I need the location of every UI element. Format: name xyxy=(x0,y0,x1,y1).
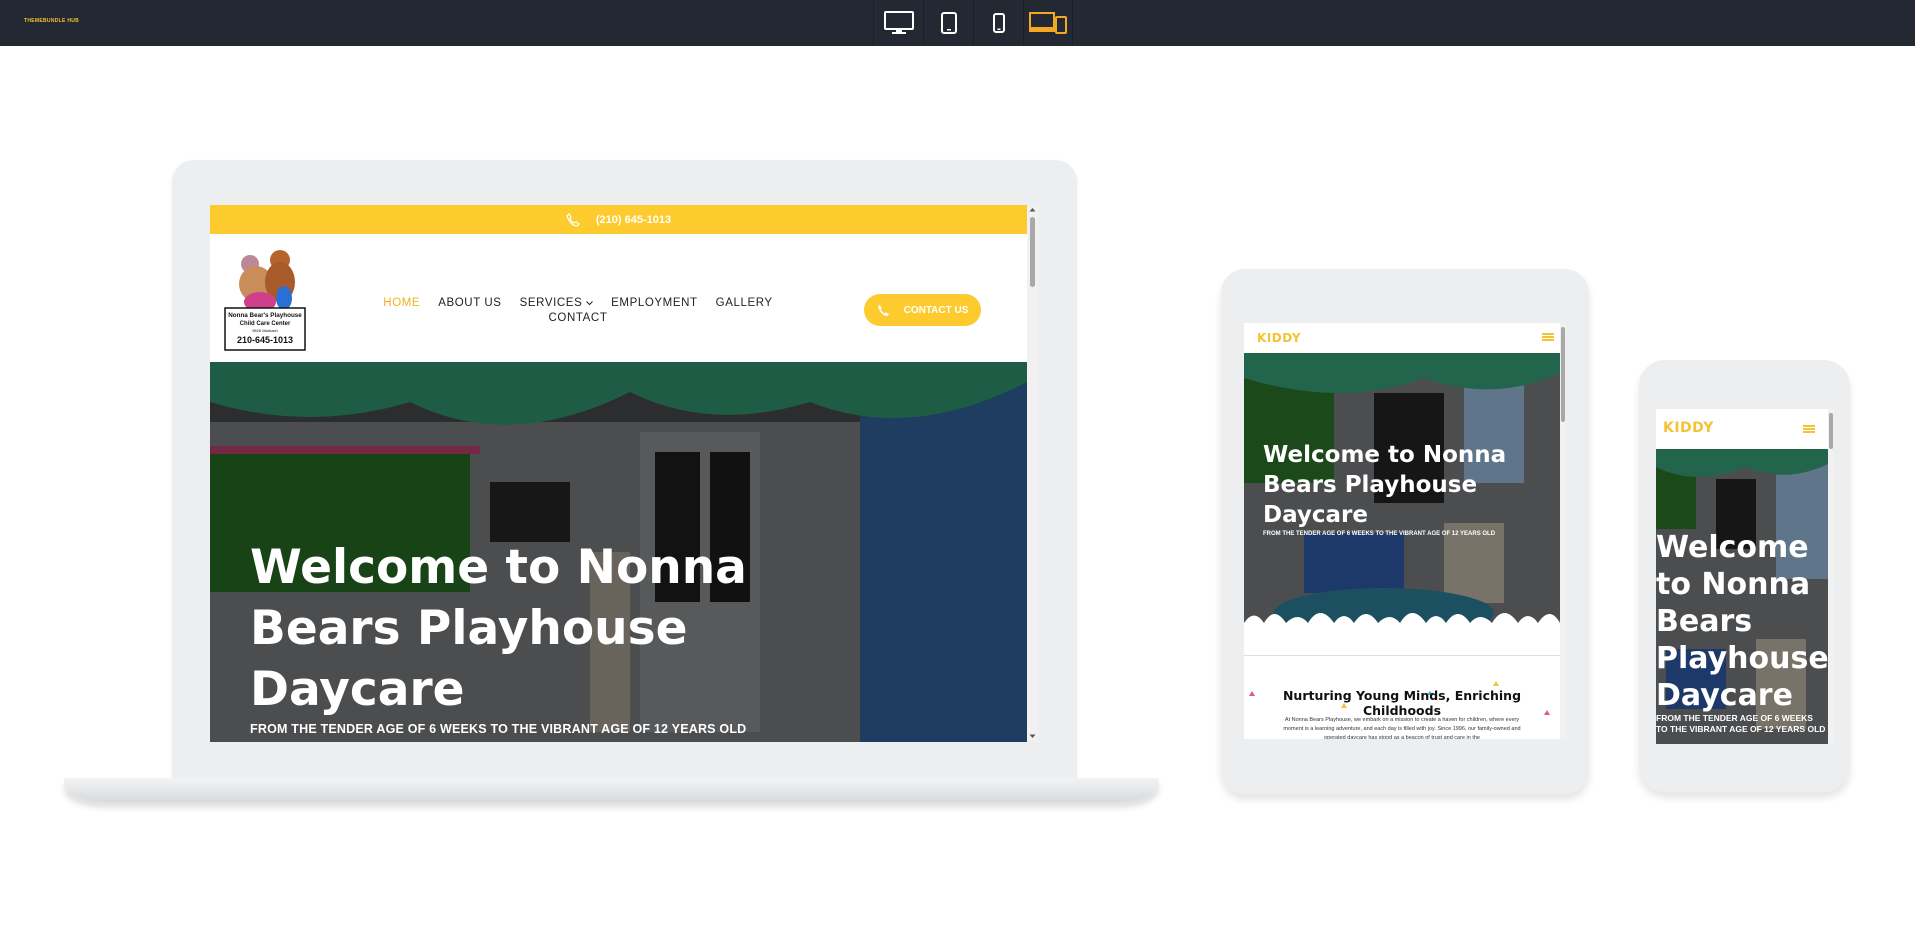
tablet-header: KIDDY xyxy=(1244,323,1560,353)
hero-subtitle: FROM THE TENDER AGE OF 6 WEEKS TO THE VI… xyxy=(1263,531,1496,537)
hero-title: Welcome to Nonna Bears Playhouse Daycare xyxy=(1656,530,1828,713)
scrollbar[interactable] xyxy=(1828,409,1834,744)
hamburger-menu-icon[interactable] xyxy=(1803,425,1815,433)
mobile-header: KIDDY xyxy=(1656,409,1828,449)
nav-services[interactable]: SERVICES xyxy=(520,296,594,311)
nav-services-label: SERVICES xyxy=(519,297,583,309)
desktop-view-button[interactable] xyxy=(873,0,923,46)
device-switcher xyxy=(873,0,1073,46)
nav-contact[interactable]: CONTACT xyxy=(549,311,608,326)
logo-phone: 210-645-1013 xyxy=(237,335,293,345)
responsive-view-button[interactable] xyxy=(1023,0,1073,46)
phone-icon xyxy=(566,212,580,227)
hero-title: Welcome to Nonna Bears Playhouse Daycare xyxy=(250,540,747,717)
logo-line2: Child Care Center xyxy=(240,321,291,327)
scrollbar-thumb[interactable] xyxy=(1561,327,1565,422)
main-nav: HOME ABOUT US SERVICES EMPLOYMENT GALLERY CO… xyxy=(368,296,788,326)
nav-about[interactable]: ABOUT US xyxy=(438,296,501,311)
tablet-view-button[interactable] xyxy=(923,0,973,46)
kiddy-logo[interactable]: KIDDY xyxy=(1663,420,1714,436)
scroll-up-icon[interactable] xyxy=(1029,207,1036,212)
phone-bar: (210) 645-1013 xyxy=(210,205,1027,234)
logo-line3: 9826 Marbach xyxy=(252,328,278,333)
desktop-icon xyxy=(883,11,914,34)
phone-number[interactable]: (210) 645-1013 xyxy=(596,214,671,226)
mobile-icon xyxy=(992,13,1005,33)
mobile-hero: Welcome to Nonna Bears Playhouse Daycare… xyxy=(1656,449,1828,744)
scrollbar[interactable] xyxy=(1027,205,1038,742)
contact-us-label: CONTACT US xyxy=(903,304,969,316)
mobile-preview-screen[interactable]: KIDDY Welcome to Nonna Bears Playhouse D… xyxy=(1656,409,1834,744)
scroll-down-icon[interactable] xyxy=(1029,734,1036,739)
chevron-down-icon xyxy=(586,301,593,306)
tablet-hero: Welcome to Nonna Bears Playhouse Daycare… xyxy=(1244,353,1560,655)
hero-title: Welcome to Nonna Bears Playhouse Daycare xyxy=(1263,442,1507,528)
nav-gallery[interactable]: GALLERY xyxy=(716,296,773,311)
kiddy-logo[interactable]: KIDDY xyxy=(1257,331,1301,345)
mobile-view-button[interactable] xyxy=(973,0,1023,46)
section-body: At Nonna Bears Playhouse, we embark on a… xyxy=(1283,717,1521,739)
desktop-preview-screen[interactable]: (210) 645-1013 Nonna Bear's Playhouse Ch… xyxy=(210,205,1038,742)
site-header: Nonna Bear's Playhouse Child Care Center… xyxy=(210,234,1027,362)
responsive-devices-icon xyxy=(1029,12,1067,34)
nav-employment[interactable]: EMPLOYMENT xyxy=(611,296,698,311)
hero-section: Welcome to Nonna Bears Playhouse Daycare… xyxy=(210,362,1027,742)
contact-us-button[interactable]: CONTACT US xyxy=(864,294,981,326)
scrollbar-thumb[interactable] xyxy=(1829,413,1833,449)
logo-line1: Nonna Bear's Playhouse xyxy=(228,312,302,319)
hero-subtitle: FROM THE TENDER AGE OF 6 WEEKS TO THE VI… xyxy=(1656,713,1826,734)
scrollbar-thumb[interactable] xyxy=(1030,217,1035,287)
nonna-bears-logo[interactable]: Nonna Bear's Playhouse Child Care Center… xyxy=(222,244,308,352)
laptop-base xyxy=(64,778,1159,802)
hero-subtitle: FROM THE TENDER AGE OF 6 WEEKS TO THE VI… xyxy=(250,722,747,736)
section-heading: Nurturing Young Minds, Enriching Childho… xyxy=(1282,688,1522,718)
scrollbar[interactable] xyxy=(1560,323,1566,739)
tablet-preview-screen[interactable]: KIDDY Welcome to Nonna Bears Playhouse D… xyxy=(1244,323,1566,739)
brand-logo: THEMEBUNDLE HUB xyxy=(24,18,80,24)
section-divider xyxy=(1244,655,1560,656)
tablet-icon xyxy=(940,12,957,34)
nav-home[interactable]: HOME xyxy=(383,296,420,311)
hamburger-menu-icon[interactable] xyxy=(1542,333,1554,341)
preview-toolbar: THEMEBUNDLE HUB xyxy=(0,0,1915,46)
phone-icon xyxy=(877,304,889,316)
